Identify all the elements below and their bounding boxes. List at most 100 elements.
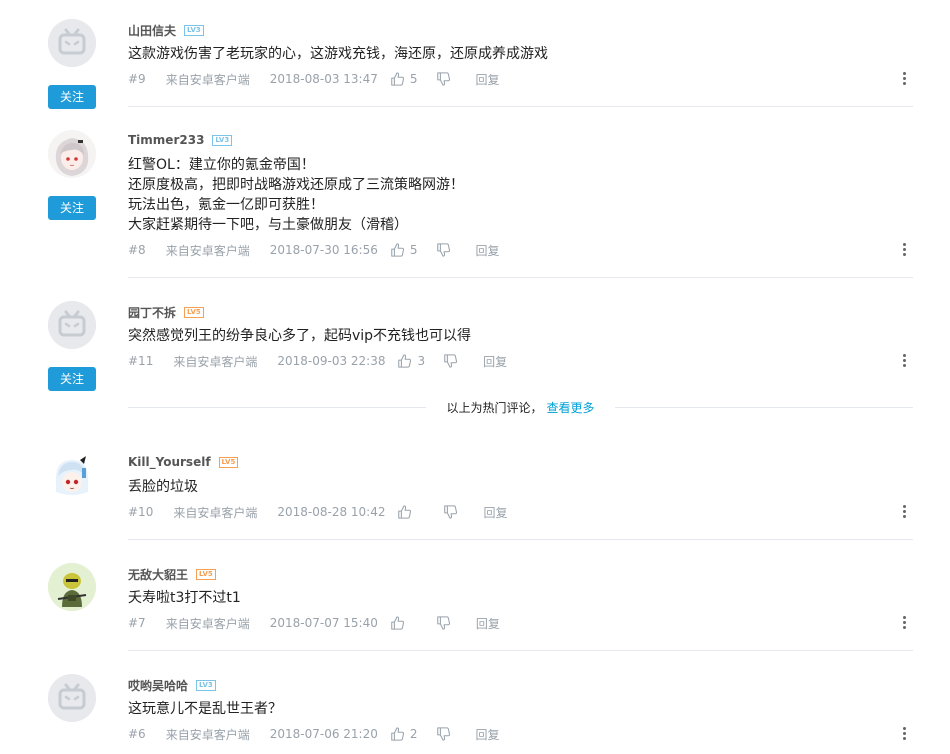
comment-line: 红警OL：建立你的氪金帝国！ — [128, 157, 315, 173]
device-source: 来自安卓客户端 — [165, 616, 250, 631]
avatar[interactable] — [48, 674, 96, 722]
username-text[interactable]: Timmer233 — [128, 133, 204, 147]
comment-meta: #11 来自安卓客户端 2018-09-03 22:38 3 回复 — [128, 353, 507, 369]
anime-boy-avatar — [48, 452, 96, 500]
avatar[interactable] — [48, 301, 96, 349]
divider — [128, 277, 913, 278]
username[interactable]: Timmer233 LV3 — [128, 133, 233, 147]
thumbs-down-icon — [444, 505, 458, 519]
comment-meta: #6 来自安卓客户端 2018-07-06 21:20 2 回复 — [128, 726, 500, 742]
username-text[interactable]: 无敌大貂王 — [128, 566, 188, 583]
dislike-button[interactable] — [436, 727, 450, 741]
thumbs-up-icon — [398, 505, 412, 519]
reply-button[interactable]: 回复 — [476, 242, 500, 259]
username[interactable]: 无敌大貂王 LV5 — [128, 566, 216, 583]
username[interactable]: 哎哟吴哈哈 LV3 — [128, 677, 216, 694]
device-source: 来自安卓客户端 — [173, 505, 258, 520]
username[interactable]: 山田信夫 LV3 — [128, 22, 204, 39]
like-button[interactable]: 5 — [390, 72, 418, 86]
comment-text: 红警OL：建立你的氪金帝国！ 还原度极高，把即时战略游戏还原成了三流策略网游！ … — [128, 155, 464, 235]
username[interactable]: 园丁不拆 LV5 — [128, 304, 204, 321]
timestamp: 2018-08-03 13:47 — [269, 72, 378, 86]
reply-button[interactable]: 回复 — [476, 615, 500, 632]
thumbs-up-icon — [391, 72, 404, 86]
divider — [128, 106, 913, 107]
default-tv-icon — [48, 674, 96, 722]
default-tv-icon — [48, 19, 96, 67]
like-button[interactable] — [397, 505, 417, 519]
reply-button[interactable]: 回复 — [483, 504, 507, 521]
avatar[interactable] — [48, 130, 96, 178]
divider — [128, 539, 913, 540]
thumbs-down-icon — [436, 72, 450, 86]
avatar[interactable] — [48, 563, 96, 611]
comment-line: 丢脸的垃圾 — [128, 479, 198, 495]
thumbs-down-icon — [444, 354, 458, 368]
like-button[interactable]: 3 — [397, 354, 425, 368]
comment-meta: #10 来自安卓客户端 2018-08-28 10:42 回复 — [128, 504, 508, 520]
username[interactable]: Kill_Yourself LV5 — [128, 455, 239, 469]
like-button[interactable]: 5 — [390, 243, 418, 257]
like-count: 5 — [409, 243, 418, 257]
follow-button[interactable]: 关注 — [48, 367, 96, 391]
comment-line: 夭寿啦t3打不过t1 — [128, 590, 241, 606]
follow-button[interactable]: 关注 — [48, 196, 96, 220]
hot-comments-note: 以上为热门评论， 查看更多 — [426, 399, 614, 416]
username-text[interactable]: 哎哟吴哈哈 — [128, 677, 188, 694]
device-source: 来自安卓客户端 — [173, 354, 258, 369]
more-options-icon[interactable] — [902, 505, 906, 521]
comment-line: 这玩意儿不是乱世王者？ — [128, 701, 282, 717]
comment-text: 这款游戏伤害了老玩家的心，这游戏充钱，海还原，还原成养成游戏 — [128, 44, 548, 64]
like-button[interactable] — [390, 616, 410, 630]
hot-comments-text: 以上为热门评论， — [446, 400, 543, 415]
reply-button[interactable]: 回复 — [476, 71, 500, 88]
timestamp: 2018-07-07 15:40 — [269, 616, 378, 630]
soldier-avatar — [48, 563, 96, 611]
floor-number: #7 — [128, 616, 146, 630]
thumbs-down-icon — [436, 243, 450, 257]
username-text[interactable]: Kill_Yourself — [128, 455, 211, 469]
reply-button[interactable]: 回复 — [483, 353, 507, 370]
comment-line: 玩法出色，氪金一亿即可获胜！ — [128, 197, 324, 213]
floor-number: #11 — [128, 354, 154, 368]
like-count: 5 — [409, 72, 418, 86]
dislike-button[interactable] — [436, 616, 450, 630]
dislike-button[interactable] — [436, 243, 450, 257]
comment-text: 这玩意儿不是乱世王者？ — [128, 699, 282, 719]
more-options-icon[interactable] — [902, 616, 906, 632]
more-options-icon[interactable] — [902, 354, 906, 370]
divider — [128, 650, 913, 651]
comment-meta: #7 来自安卓客户端 2018-07-07 15:40 回复 — [128, 615, 500, 631]
default-tv-icon — [48, 301, 96, 349]
divider-line — [128, 406, 427, 408]
more-options-icon[interactable] — [902, 72, 906, 88]
more-options-icon[interactable] — [902, 727, 906, 743]
thumbs-up-icon — [398, 354, 412, 368]
level-badge: LV3 — [196, 680, 216, 691]
dislike-button[interactable] — [443, 505, 458, 519]
level-badge: LV3 — [184, 25, 204, 36]
level-badge: LV3 — [212, 134, 233, 146]
username-text[interactable]: 园丁不拆 — [128, 304, 176, 321]
floor-number: #6 — [128, 727, 146, 741]
like-button[interactable]: 2 — [390, 727, 418, 741]
thumbs-up-icon — [391, 727, 404, 741]
view-more-link[interactable]: 查看更多 — [547, 401, 595, 415]
follow-button[interactable]: 关注 — [48, 85, 96, 109]
avatar[interactable] — [48, 452, 96, 500]
more-options-icon[interactable] — [902, 243, 906, 259]
avatar[interactable] — [48, 19, 96, 67]
username-text[interactable]: 山田信夫 — [128, 22, 176, 39]
reply-button[interactable]: 回复 — [476, 726, 500, 743]
thumbs-down-icon — [437, 616, 450, 630]
dislike-button[interactable] — [443, 354, 458, 368]
comment-text: 丢脸的垃圾 — [128, 477, 198, 497]
comment-meta: #8 来自安卓客户端 2018-07-30 16:56 5 回复 — [128, 242, 500, 258]
anime-girl-avatar — [48, 130, 96, 178]
level-badge: LV5 — [218, 456, 239, 468]
comment-text: 夭寿啦t3打不过t1 — [128, 588, 241, 608]
thumbs-up-icon — [391, 243, 404, 257]
comment-text: 突然感觉列王的纷争良心多了，起码vip不充钱也可以得 — [128, 326, 471, 346]
like-count: 2 — [409, 727, 418, 741]
dislike-button[interactable] — [436, 72, 450, 86]
